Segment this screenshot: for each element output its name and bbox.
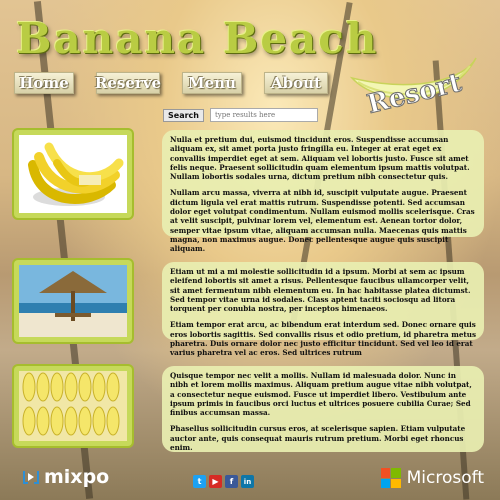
section-image-beach [14, 260, 132, 342]
search-button[interactable]: Search [163, 108, 204, 122]
twitter-icon[interactable]: t [193, 475, 206, 488]
section-2-paragraph-1: Etiam ut mi a mi molestie sollicitudin i… [170, 267, 471, 314]
nav-menu-button[interactable]: Menu [182, 72, 242, 94]
beach-hut-image [19, 265, 127, 337]
section-image-bananas [14, 130, 132, 218]
section-3-paragraph-2: Phasellus sollicitudin cursus eros, at s… [170, 424, 466, 453]
nav-home-button[interactable]: Home [14, 72, 74, 94]
section-text-2: Etiam ut mi a mi molestie sollicitudin i… [162, 262, 484, 357]
resort-logo: Resort [348, 48, 480, 121]
logo-text: Resort [364, 68, 464, 116]
section-3-paragraph-1: Quisque tempor nec velit a mollis. Nulla… [170, 371, 472, 418]
nav-reserve-button[interactable]: Reserve [95, 72, 161, 94]
search-input[interactable] [209, 108, 318, 122]
bananas-bunch-image [19, 135, 127, 213]
microsoft-text: Microsoft [406, 468, 484, 488]
section-text-3: Quisque tempor nec velit a mollis. Nulla… [162, 366, 484, 452]
section-2-paragraph-2: Etiam tempor erat arcu, ac bibendum erat… [170, 320, 476, 358]
microsoft-logo[interactable]: Microsoft [380, 468, 484, 488]
microsoft-windows-icon [380, 468, 401, 488]
section-1-paragraph-2: Nullam arcu massa, viverra at nibh id, s… [170, 188, 475, 254]
nav-about-button[interactable]: About [264, 72, 328, 94]
social-links: t ▶ f in [193, 475, 254, 488]
search-bar: Search [163, 108, 318, 122]
section-1-paragraph-1: Nulla et pretium dui, euismod tincidunt … [170, 135, 470, 182]
footer: mixpo t ▶ f in Microsoft [0, 458, 500, 500]
linkedin-icon[interactable]: in [241, 475, 254, 488]
section-image-bananas-rows [14, 366, 132, 446]
banana-rows-image [19, 371, 127, 441]
mixpo-mark-icon [23, 471, 39, 484]
section-text-1: Nulla et pretium dui, euismod tincidunt … [162, 130, 484, 253]
site-title: Banana Beach [16, 14, 379, 63]
mixpo-logo[interactable]: mixpo [22, 466, 109, 488]
facebook-icon[interactable]: f [225, 475, 238, 488]
youtube-icon[interactable]: ▶ [209, 475, 222, 488]
main-nav: Home Reserve Menu About [14, 72, 328, 94]
mixpo-text: mixpo [44, 466, 110, 488]
